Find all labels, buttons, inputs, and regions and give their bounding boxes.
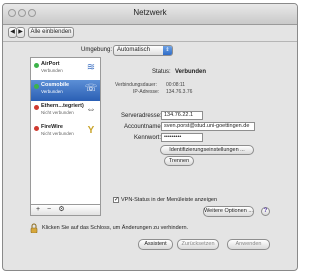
wifi-icon: ≋: [86, 62, 96, 73]
account-label: Accountname:: [124, 124, 163, 130]
show-all-button[interactable]: Alle einblenden: [28, 27, 74, 38]
more-options-button[interactable]: Weitere Optionen ...: [203, 206, 254, 217]
service-status: Nicht verbunden: [41, 131, 74, 136]
service-status: Nicht verbunden: [41, 110, 74, 115]
service-status: Verbunden: [41, 89, 63, 94]
assistant-button[interactable]: Assistent: [138, 239, 173, 250]
lock-message: Klicken Sie auf das Schloss, um Änderung…: [42, 225, 189, 231]
service-item-cosmobile[interactable]: Cosmobile Verbunden ☏: [31, 80, 100, 101]
service-item-firewire[interactable]: FireWire Nicht verbunden Y: [31, 122, 100, 143]
location-label: Umgebung:: [81, 47, 113, 53]
location-value: Automatisch: [117, 47, 151, 53]
window-title: Netzwerk: [133, 8, 167, 17]
password-label: Kennwort:: [134, 135, 162, 141]
chevron-updown-icon: ⇕: [163, 46, 172, 55]
vpn-menu-label: VPN-Status in der Menüleiste anzeigen: [121, 197, 217, 203]
apply-button[interactable]: Anwenden: [227, 239, 270, 250]
forward-button[interactable]: ▶: [16, 27, 25, 38]
service-name: Cosmobile: [41, 82, 70, 88]
service-list: AirPort Verbunden ≋ Cosmobile Verbunden …: [30, 57, 101, 205]
status-value: Verbunden: [175, 69, 207, 75]
status-dot: [34, 84, 39, 89]
account-field[interactable]: sven.porst@stud.uni-goettingen.de: [161, 122, 255, 131]
server-field[interactable]: 134.76.22.1: [161, 111, 203, 120]
revert-button[interactable]: Zurücksetzen: [177, 239, 219, 250]
service-item-ethernet[interactable]: Ethern...tegriert) Nicht verbunden ⇔: [31, 101, 100, 122]
service-list-toolbar: + − ⚙: [30, 205, 101, 216]
status-dot: [34, 105, 39, 110]
vpn-menu-checkbox[interactable]: ✓: [113, 197, 119, 203]
ethernet-icon: ⇔: [86, 104, 96, 115]
ip-value: 134.76.3.76: [166, 89, 193, 95]
toolbar-divider: [3, 41, 297, 42]
password-field[interactable]: •••••••••: [161, 133, 203, 142]
authentication-settings-button[interactable]: Identifizierungseinstellungen ...: [160, 145, 254, 155]
duration-label: Verbindungsdauer:: [115, 82, 157, 88]
remove-service-button[interactable]: −: [44, 205, 54, 215]
phone-icon: ☏: [84, 83, 98, 94]
firewire-icon: Y: [87, 125, 95, 136]
service-status: Verbunden: [41, 68, 63, 73]
server-label: Serveradresse:: [121, 113, 162, 119]
network-preferences-window: Netzwerk ◀ ▶ Alle einblenden Umgebung: A…: [2, 3, 298, 271]
gear-icon[interactable]: ⚙: [55, 205, 68, 215]
service-name: Ethern...tegriert): [41, 103, 84, 109]
service-name: FireWire: [41, 124, 63, 130]
location-popup[interactable]: Automatisch ⇕: [113, 45, 173, 56]
add-service-button[interactable]: +: [33, 205, 43, 215]
lock-icon[interactable]: [30, 223, 38, 233]
service-item-airport[interactable]: AirPort Verbunden ≋: [31, 59, 100, 80]
title-bar: Netzwerk: [3, 4, 297, 25]
service-name: AirPort: [41, 61, 60, 67]
ip-label: IP-Adresse:: [133, 89, 160, 95]
status-dot: [34, 126, 39, 131]
duration-value: 00:08:11: [166, 82, 186, 88]
disconnect-button[interactable]: Trennen: [164, 156, 194, 166]
status-dot: [34, 63, 39, 68]
help-button[interactable]: ?: [261, 207, 270, 216]
status-label: Status:: [152, 69, 171, 75]
